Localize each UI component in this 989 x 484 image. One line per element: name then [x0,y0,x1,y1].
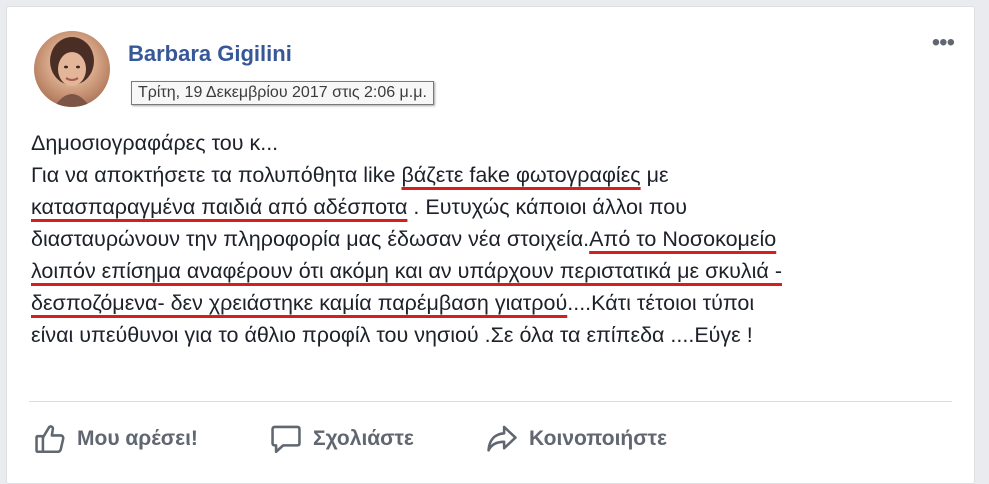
text-segment: . Ευτυχώς κάποιοι άλλοι που [407,195,687,219]
underlined-text: βάζετε fake φωτογραφίες [401,163,641,187]
comment-label: Σχολιάστε [313,427,414,450]
action-bar: Μου αρέσει! Σχολιάστε Κοινοποιήστε [33,417,667,461]
thumbs-up-icon [33,422,67,456]
post-text-line: Δημοσιογραφάρες του κ... [31,127,963,159]
underlined-text: Από το Νοσοκομείο [589,227,777,251]
post-text-line: λοιπόν επίσημα αναφέρουν ότι ακόμη και α… [31,255,963,287]
text-segment: Για να αποκτήσετε τα πολυπόθητα like [31,163,402,187]
comment-button[interactable]: Σχολιάστε [269,422,485,456]
like-button[interactable]: Μου αρέσει! [33,422,269,456]
underlined-text: κατασπαραγμένα παιδιά από αδέσποτα [31,195,408,219]
share-icon [485,422,519,456]
avatar[interactable] [34,31,110,107]
text-segment: με [640,163,669,187]
post-text-line: είναι υπεύθυνοι για το άθλιο προφίλ του … [31,319,963,351]
text-segment: Δημοσιογραφάρες του κ... [31,131,279,155]
post-text-line: Για να αποκτήσετε τα πολυπόθητα like βάζ… [31,159,963,191]
post-text: Δημοσιογραφάρες του κ... Για να αποκτήσετ… [31,127,963,351]
post-text-line: διασταυρώνουν την πληροφορία μας έδωσαν … [31,223,963,255]
text-segment: ....Κάτι τέτοιοι τύποι [567,291,755,315]
timestamp-tooltip: Τρίτη, 19 Δεκεμβρίου 2017 στις 2:06 μ.μ. [131,81,434,105]
text-segment: διασταυρώνουν την πληροφορία μας έδωσαν … [31,227,590,251]
post-text-line: κατασπαραγμένα παιδιά από αδέσποτα . Ευτ… [31,191,963,223]
post-card: Barbara Gigilini Τρίτη, 19 Δεκεμβρίου 20… [6,6,975,484]
post-text-line: δεσποζόμενα- δεν χρειάστηκε καμία παρέμβ… [31,287,963,319]
share-button[interactable]: Κοινοποιήστε [485,422,667,456]
divider [29,401,952,402]
like-label: Μου αρέσει! [77,427,198,450]
share-label: Κοινοποιήστε [529,427,667,450]
more-options-icon[interactable]: ••• [932,31,955,55]
underlined-text: δεσποζόμενα- δεν χρειάστηκε καμία παρέμβ… [31,291,568,315]
comment-icon [269,422,303,456]
author-name[interactable]: Barbara Gigilini [128,41,292,67]
text-segment: είναι υπεύθυνοι για το άθλιο προφίλ του … [31,323,753,347]
underlined-text: λοιπόν επίσημα αναφέρουν ότι ακόμη και α… [31,259,782,283]
